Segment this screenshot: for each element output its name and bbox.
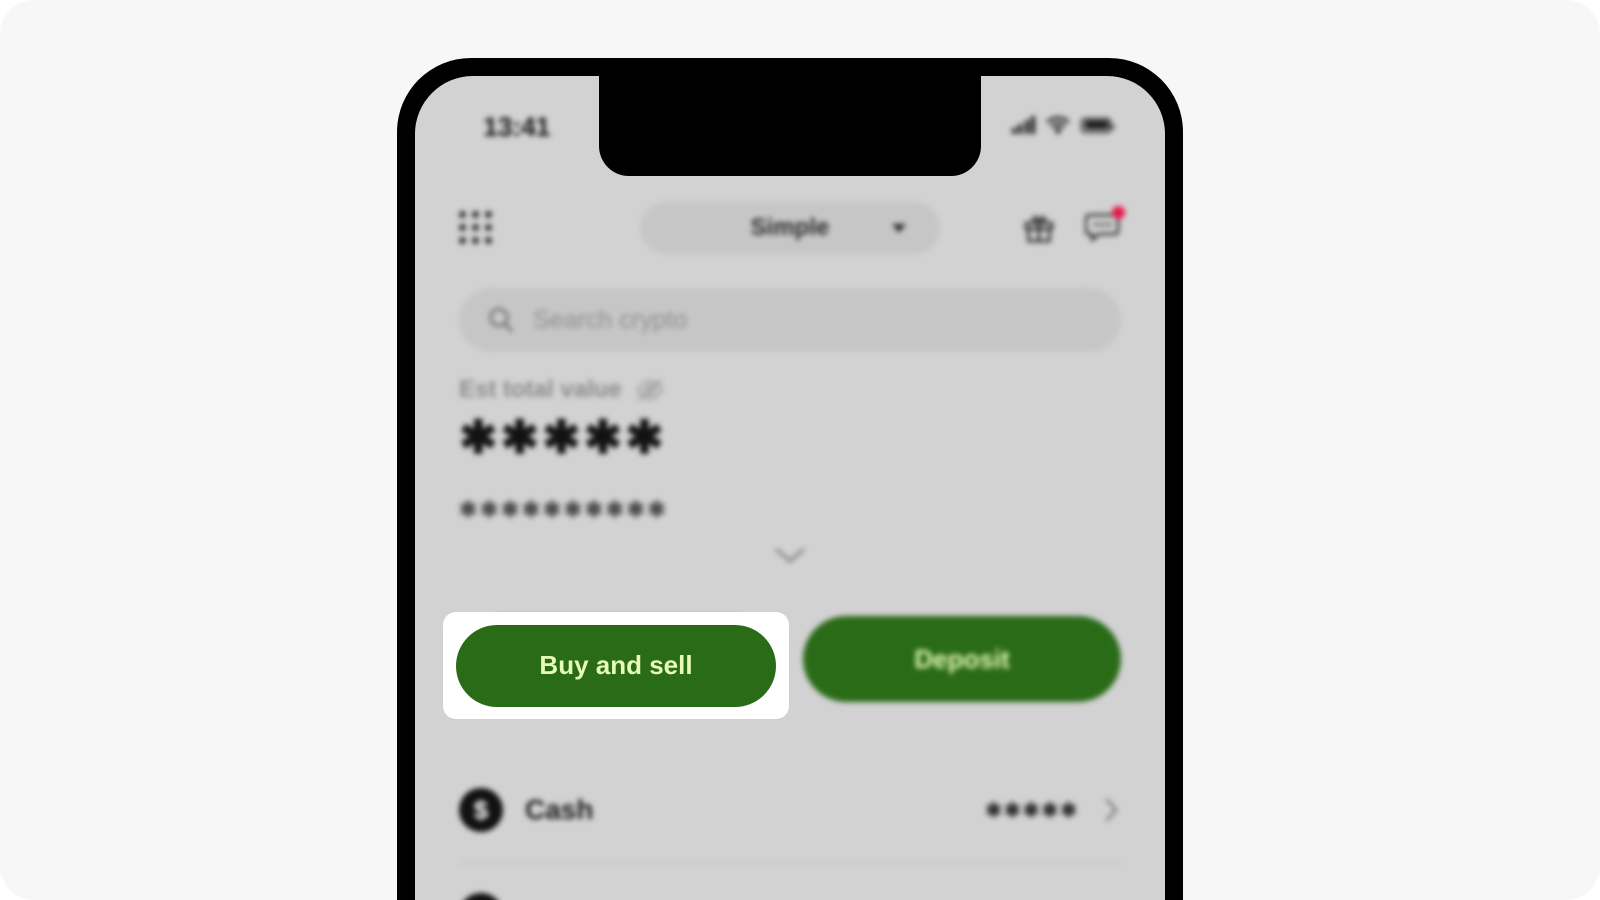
- balance-amount-masked: ✱✱✱✱✱: [459, 411, 667, 463]
- buy-and-sell-button-highlighted[interactable]: Buy and sell: [456, 624, 776, 707]
- gift-icon[interactable]: [1021, 210, 1057, 246]
- screenshot-canvas: 13:41 Simple Search crypto Est total val…: [0, 0, 1600, 900]
- volume-up-button[interactable]: [397, 310, 403, 398]
- mode-selector-dropdown[interactable]: Simple: [640, 202, 940, 254]
- app-header: Simple: [415, 186, 1165, 270]
- list-item[interactable]: [459, 863, 1121, 900]
- status-bar-icons: [1011, 116, 1114, 134]
- highlight-target-card: Buy and sell: [443, 612, 789, 719]
- asset-avatar-icon: [459, 893, 503, 900]
- balance-label-row: Est total value: [459, 376, 1121, 404]
- expand-balance-chevron-down-icon[interactable]: [771, 544, 809, 571]
- chevron-right-icon: [1105, 798, 1118, 822]
- chat-bubble-icon[interactable]: [1084, 206, 1125, 246]
- wifi-icon: [1046, 116, 1070, 134]
- asset-icon-glyph: $: [473, 794, 489, 825]
- balance-subvalue-masked: ✱✱✱✱✱✱✱✱✱✱: [459, 496, 669, 522]
- asset-row-right: ✱✱✱✱✱: [985, 796, 1121, 824]
- apps-grid-icon[interactable]: [459, 211, 493, 245]
- header-actions: [1021, 206, 1125, 246]
- list-item[interactable]: $ Cash ✱✱✱✱✱: [459, 758, 1121, 862]
- search-placeholder-text: Search crypto: [533, 305, 688, 334]
- phone-device-frame: 13:41 Simple Search crypto Est total val…: [397, 58, 1183, 900]
- balance-section: Est total value ✱✱✱✱✱ ✱✱✱✱✱✱✱✱✱✱: [459, 376, 1121, 523]
- notification-badge-dot: [1112, 206, 1125, 219]
- chevron-down-icon: [892, 223, 906, 233]
- asset-value-masked: ✱✱✱✱✱: [985, 799, 1079, 822]
- battery-icon: [1081, 117, 1114, 133]
- deposit-label: Deposit: [914, 643, 1010, 674]
- crypto-wallet-app: 13:41 Simple Search crypto Est total val…: [415, 76, 1165, 900]
- volume-down-button[interactable]: [397, 422, 403, 510]
- search-icon: [489, 307, 513, 333]
- device-notch: [599, 76, 981, 176]
- phone-screen: 13:41 Simple Search crypto Est total val…: [415, 76, 1165, 900]
- asset-list: $ Cash ✱✱✱✱✱: [459, 758, 1121, 900]
- power-button[interactable]: [1177, 338, 1183, 478]
- dollar-circle-icon: $: [459, 788, 503, 832]
- status-bar-clock: 13:41: [483, 112, 551, 142]
- buy-and-sell-highlight-label: Buy and sell: [539, 650, 693, 680]
- balance-label: Est total value: [459, 376, 622, 403]
- deposit-button[interactable]: Deposit: [803, 616, 1121, 702]
- asset-name-label: Cash: [525, 794, 594, 825]
- eye-off-icon[interactable]: [635, 378, 665, 402]
- search-input[interactable]: Search crypto: [459, 288, 1121, 352]
- silent-switch-button[interactable]: [397, 225, 403, 271]
- cellular-signal-icon: [1011, 116, 1035, 134]
- mode-selector-label: Simple: [750, 214, 830, 241]
